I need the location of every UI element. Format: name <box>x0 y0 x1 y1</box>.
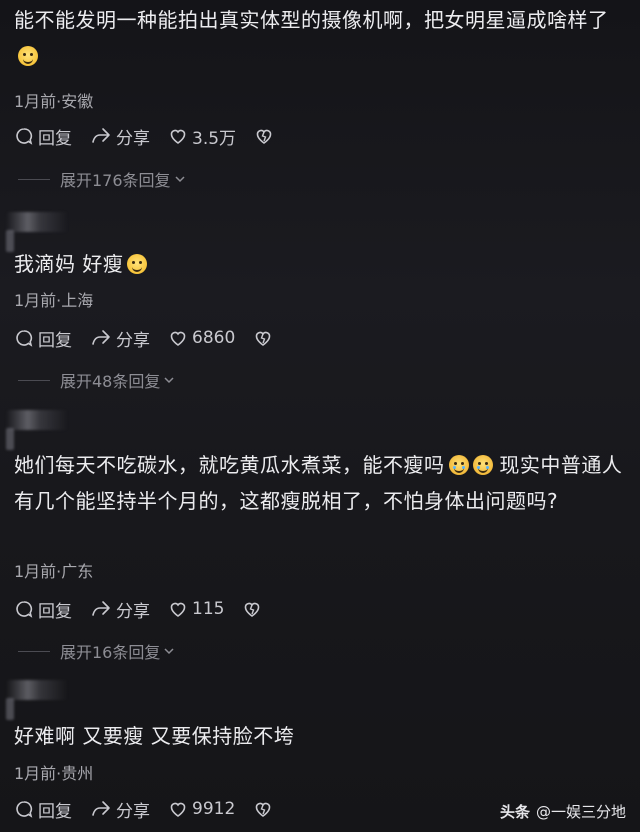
comment-text: 好难啊 又要瘦 又要保持脸不垮 <box>14 724 295 748</box>
crying-laughing-emoji-icon <box>472 455 493 475</box>
share-button[interactable]: 分享 <box>90 124 150 149</box>
divider-line <box>18 650 50 652</box>
comment-meta: 1月前·安徽 <box>14 92 94 111</box>
broken-heart-icon <box>245 602 260 617</box>
reply-icon <box>16 801 33 818</box>
like-button[interactable]: 6860 <box>168 328 235 348</box>
reply-icon <box>16 601 33 618</box>
dizzy-face-emoji-icon <box>18 46 38 66</box>
expand-replies-button[interactable]: 展开176条回复 <box>18 168 186 190</box>
share-button[interactable]: 分享 <box>90 326 150 351</box>
divider-line <box>18 178 50 180</box>
reply-button[interactable]: 回复 <box>14 124 72 149</box>
divider-line <box>18 379 50 381</box>
reply-icon <box>16 128 33 145</box>
expand-replies-button[interactable]: 展开16条回复 <box>18 640 175 662</box>
share-button[interactable]: 分享 <box>90 597 150 622</box>
dislike-button[interactable] <box>242 599 266 619</box>
reply-button[interactable]: 回复 <box>14 797 72 822</box>
comment-actions: 回复 分享 9912 <box>14 797 295 822</box>
dislike-button[interactable] <box>253 799 277 819</box>
broken-heart-icon <box>255 331 271 346</box>
chevron-down-icon <box>164 648 174 655</box>
expand-replies-button[interactable]: 展开48条回复 <box>18 369 175 391</box>
comment-text: 我滴妈 好瘦 <box>14 246 626 282</box>
heart-icon <box>170 129 186 144</box>
like-button[interactable]: 9912 <box>168 799 235 819</box>
crying-laughing-emoji-icon <box>448 455 469 475</box>
comment-text: 能不能发明一种能拍出真实体型的摄像机啊，把女明星逼成啥样了 <box>14 2 626 74</box>
blurred-username <box>6 680 68 720</box>
share-icon <box>92 128 110 143</box>
like-button[interactable]: 115 <box>168 599 224 619</box>
broken-heart-icon <box>256 129 272 144</box>
smiling-face-emoji-icon <box>127 254 148 274</box>
dislike-button[interactable] <box>254 126 278 146</box>
heart-icon <box>170 331 186 346</box>
watermark: 头条 @一娱三分地 <box>500 801 626 822</box>
chevron-down-icon <box>175 176 185 183</box>
share-icon <box>92 330 110 345</box>
like-button[interactable]: 3.5万 <box>168 124 236 149</box>
comment-meta: 1月前·贵州 <box>14 764 94 783</box>
heart-icon <box>170 602 186 617</box>
share-icon <box>92 801 110 816</box>
chevron-down-icon <box>164 377 174 384</box>
broken-heart-icon <box>255 802 271 817</box>
reply-button[interactable]: 回复 <box>14 326 72 351</box>
blurred-username <box>6 212 68 252</box>
share-icon <box>92 601 110 616</box>
heart-icon <box>170 802 186 817</box>
watermark-handle: @一娱三分地 <box>535 803 626 821</box>
dislike-button[interactable] <box>253 328 277 348</box>
reply-button[interactable]: 回复 <box>14 597 72 622</box>
comment-meta: 1月前·上海 <box>14 291 94 310</box>
reply-icon <box>16 330 33 347</box>
comment-text: 她们每天不吃碳水，就吃黄瓜水煮菜，能不瘦吗 现实中普通人有几个能坚持半个月的，这… <box>14 453 623 513</box>
blurred-username <box>6 410 68 450</box>
comment-actions: 回复 分享 3.5万 <box>14 124 296 149</box>
watermark-brand: 头条 <box>499 803 530 821</box>
comment-actions: 回复 分享 6860 <box>14 326 295 351</box>
comment-meta: 1月前·广东 <box>14 562 94 581</box>
share-button[interactable]: 分享 <box>90 797 150 822</box>
comment-actions: 回复 分享 115 <box>14 597 284 622</box>
